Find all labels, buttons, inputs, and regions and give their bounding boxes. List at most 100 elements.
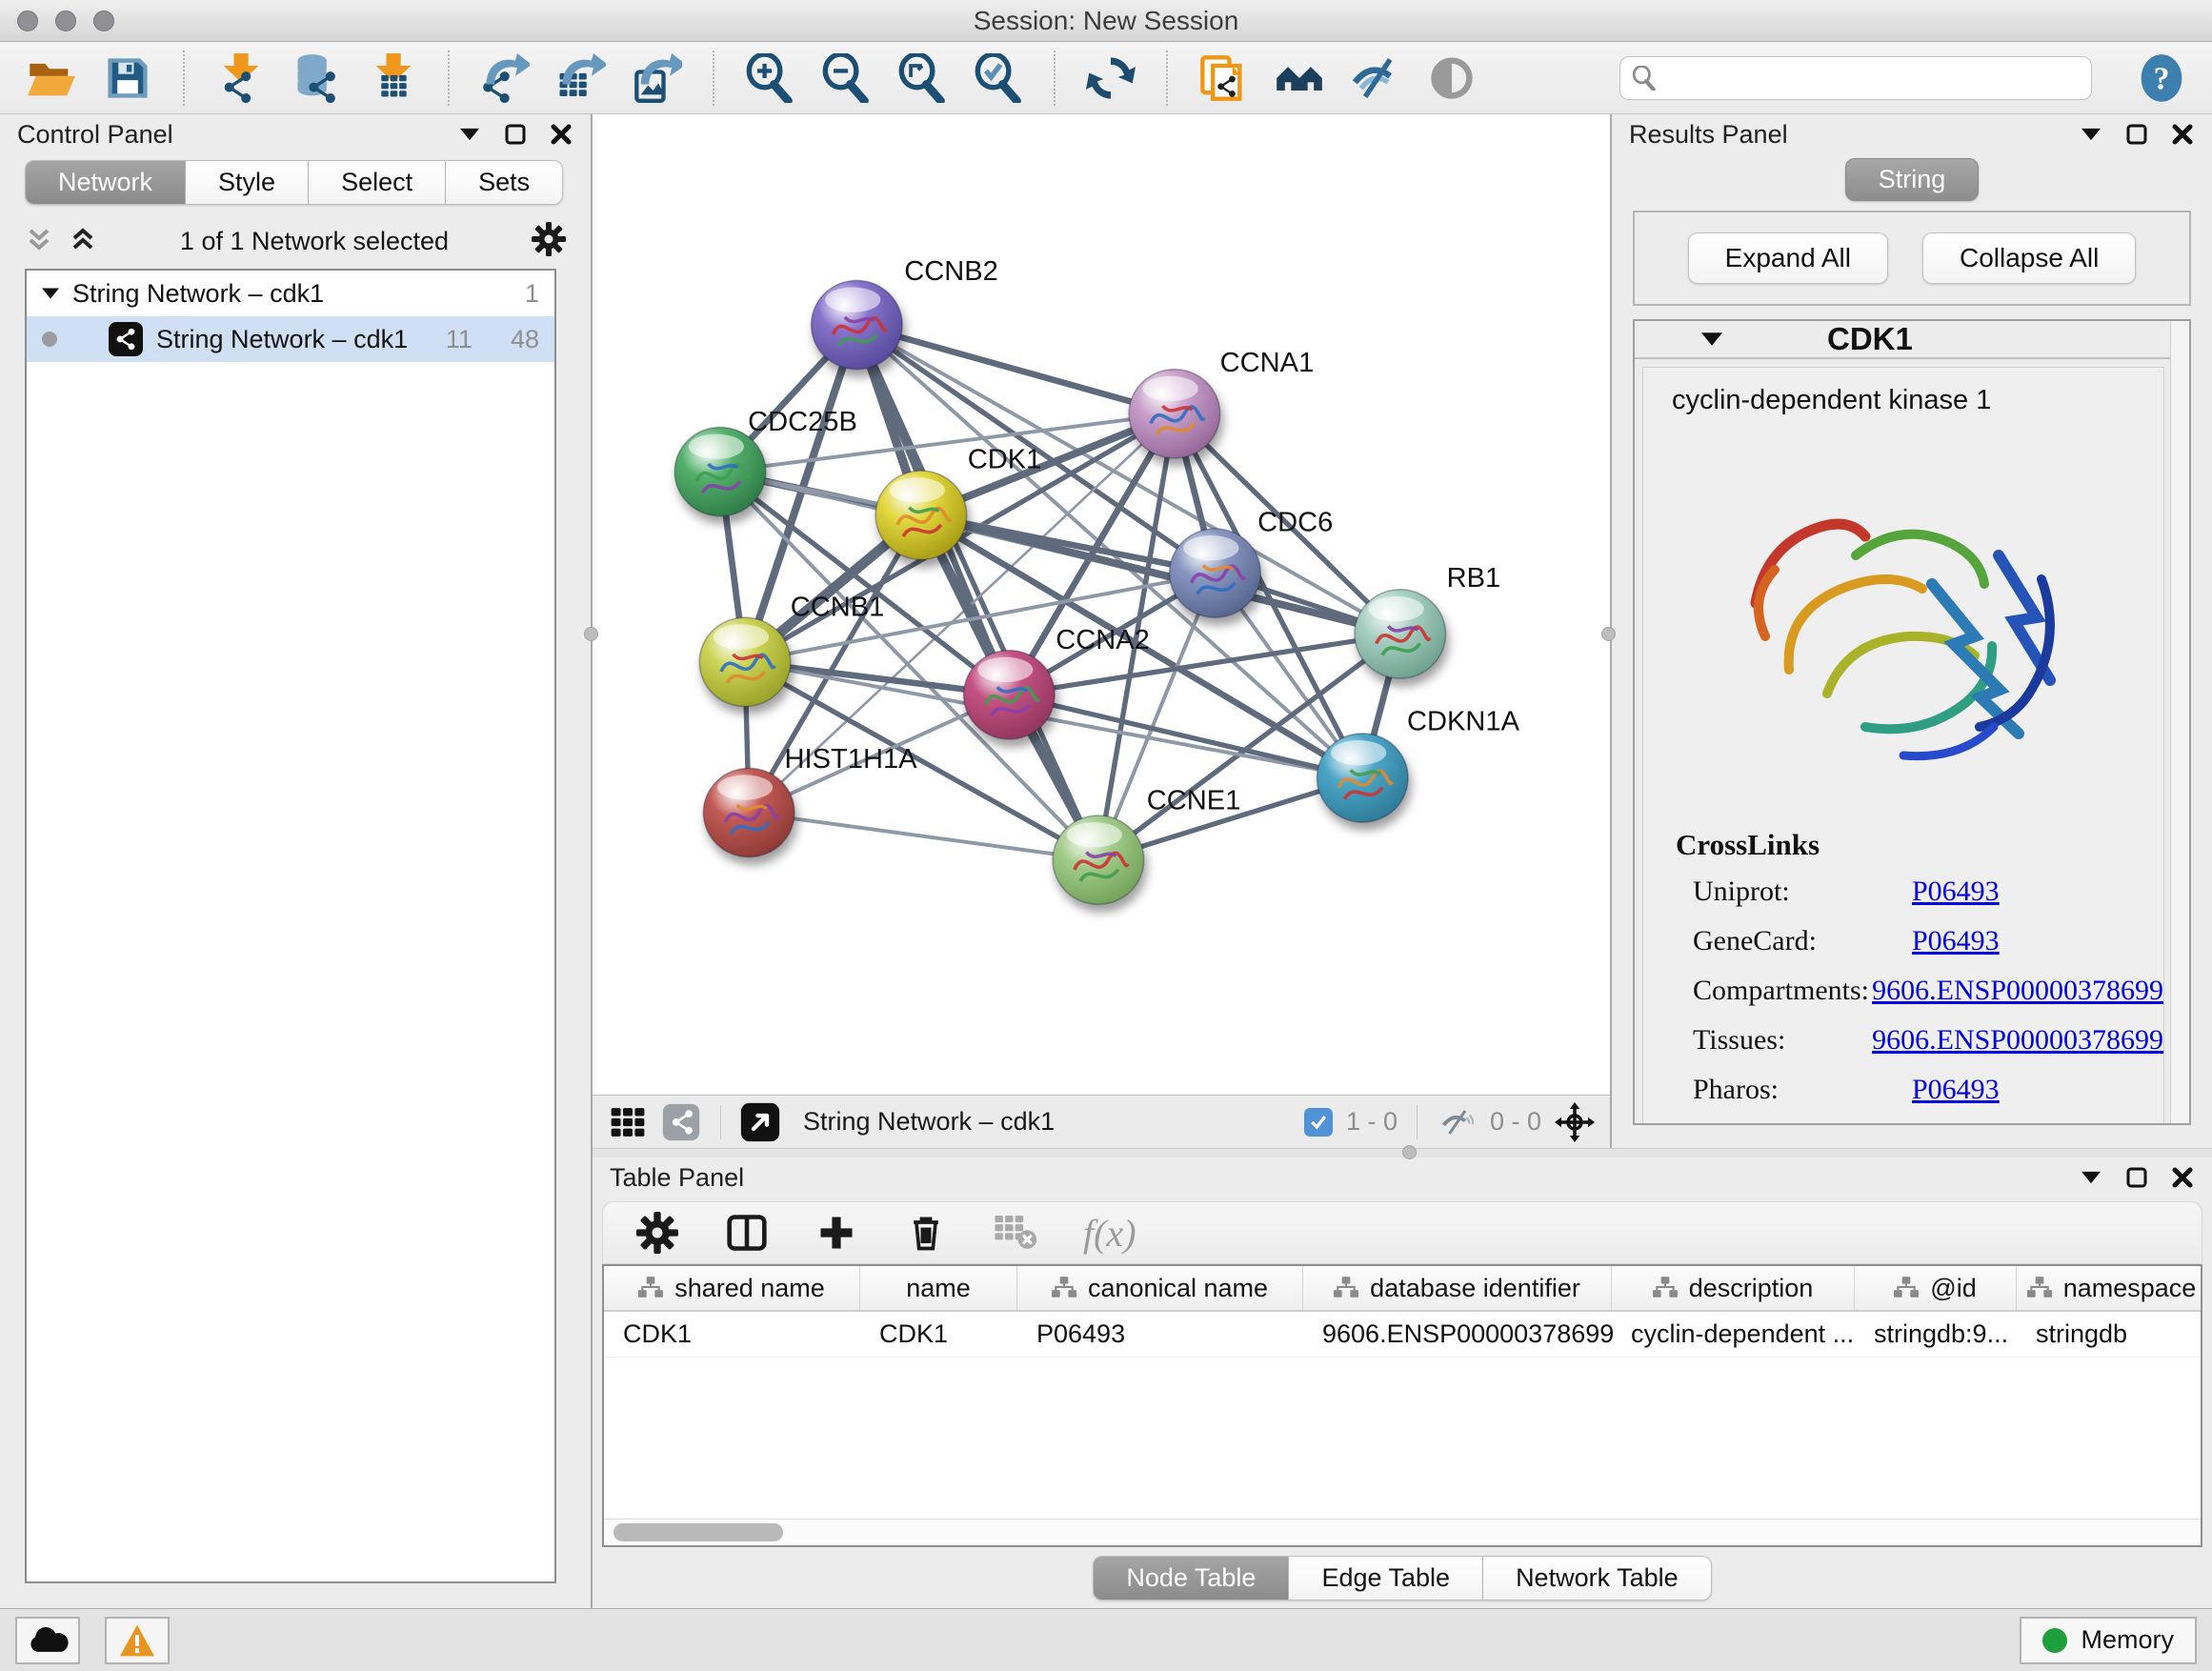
pan-crosshair-icon[interactable] (1555, 1102, 1595, 1142)
application-window: Session: New Session (0, 0, 2212, 1671)
collection-expand-icon[interactable] (42, 288, 59, 299)
delete-column-icon[interactable] (904, 1211, 948, 1255)
table-cell[interactable]: CDK1 (860, 1312, 1017, 1357)
column-header-name[interactable]: name (860, 1266, 1017, 1310)
panel-menu-icon[interactable] (2079, 1165, 2103, 1190)
import-network-file-icon[interactable] (213, 51, 267, 105)
panel-menu-icon[interactable] (2079, 122, 2103, 147)
table-cell[interactable]: cyclin-dependent ... (1612, 1312, 1855, 1357)
table-cell[interactable]: 9606.ENSP00000378699 (1303, 1312, 1612, 1357)
hide-selected-icon[interactable] (1349, 51, 1402, 105)
zoom-selected-icon[interactable] (972, 51, 1025, 105)
panel-close-icon[interactable] (549, 122, 573, 147)
tab-select[interactable]: Select (309, 160, 446, 205)
warnings-button[interactable] (105, 1617, 170, 1664)
horizontal-splitter[interactable] (593, 1148, 2212, 1158)
crosslink-link[interactable]: 9606.ENSP00000378699 (1872, 975, 2163, 1007)
network-row[interactable]: String Network – cdk1 11 48 (27, 316, 554, 362)
tab-sets[interactable]: Sets (446, 160, 563, 205)
column-header-canonical-name[interactable]: canonical name (1017, 1266, 1303, 1310)
export-table-icon[interactable] (554, 51, 608, 105)
toolbar-separator (1166, 50, 1168, 106)
node-entry-header[interactable]: CDK1 (1635, 321, 2189, 359)
expand-all-icon[interactable] (69, 225, 97, 258)
table-cell[interactable]: CDK1 (604, 1312, 860, 1357)
column-header-@id[interactable]: @id (1855, 1266, 2017, 1310)
collapse-all-button[interactable]: Collapse All (1922, 232, 2136, 284)
tab-node-table[interactable]: Node Table (1093, 1556, 1289, 1601)
panel-menu-icon[interactable] (457, 122, 482, 147)
help-button[interactable]: ? (2136, 52, 2187, 104)
import-network-database-icon[interactable] (290, 51, 343, 105)
crosslink-link[interactable]: P06493 (1912, 925, 2000, 957)
panel-float-icon[interactable] (2124, 1165, 2149, 1190)
crosslink-row: GeneCard:P06493 (1676, 925, 2163, 957)
panel-float-icon[interactable] (503, 122, 528, 147)
network-edge[interactable] (749, 813, 1098, 860)
tab-network[interactable]: Network (25, 160, 186, 205)
table-panel-title: Table Panel (610, 1163, 744, 1193)
network-edge[interactable] (856, 325, 1097, 860)
panel-float-icon[interactable] (2124, 122, 2149, 147)
node-label-CCNB1: CCNB1 (791, 593, 885, 623)
table-cell[interactable]: stringdb:9... (1855, 1312, 2017, 1357)
table-panel: Table Panel f(x) shared namenamecanonica… (593, 1158, 2212, 1608)
network-share-icon[interactable] (661, 1102, 701, 1142)
search-input[interactable] (1664, 63, 2080, 92)
control-panel-header: Control Panel (0, 114, 591, 154)
vertical-splitter-handle[interactable] (584, 627, 598, 641)
cloud-button[interactable] (15, 1617, 80, 1664)
column-header-shared-name[interactable]: shared name (604, 1266, 860, 1310)
import-table-file-icon[interactable] (366, 51, 419, 105)
table-cell[interactable]: stringdb (2017, 1312, 2201, 1357)
scrollbar-thumb[interactable] (613, 1523, 783, 1541)
column-header-database-identifier[interactable]: database identifier (1303, 1266, 1612, 1310)
zoom-out-icon[interactable] (819, 51, 873, 105)
apply-layout-icon[interactable] (1084, 51, 1137, 105)
save-session-icon[interactable] (101, 51, 154, 105)
table-cell[interactable]: P06493 (1017, 1312, 1303, 1357)
crosslink-link[interactable]: P06493 (1912, 876, 2000, 908)
show-all-icon[interactable] (1425, 51, 1478, 105)
column-header-namespace[interactable]: namespace (2017, 1266, 2201, 1310)
entry-collapse-icon[interactable] (1701, 332, 1722, 346)
network-canvas[interactable]: CCNB2CCNA1CDC25BCDK1CDC6RB1CCNB1CCNA2CDK… (593, 114, 1610, 1095)
zoom-in-icon[interactable] (743, 51, 796, 105)
results-scrollbar[interactable] (2170, 321, 2189, 1123)
open-session-icon[interactable] (25, 51, 78, 105)
add-column-icon[interactable] (814, 1211, 858, 1255)
table-row[interactable]: CDK1CDK1P064939606.ENSP00000378699cyclin… (604, 1312, 2201, 1358)
tab-string[interactable]: String (1845, 158, 1980, 201)
tab-network-table[interactable]: Network Table (1483, 1556, 1712, 1601)
memory-button[interactable]: Memory (2020, 1617, 2197, 1664)
grid-view-icon[interactable] (608, 1102, 648, 1142)
duplicate-network-icon[interactable] (1196, 51, 1250, 105)
zoom-fit-icon[interactable] (895, 51, 949, 105)
toolbar-search (1619, 56, 2092, 100)
tab-edge-table[interactable]: Edge Table (1289, 1556, 1483, 1601)
network-collection-row[interactable]: String Network – cdk1 1 (27, 271, 554, 316)
crosslink-link[interactable]: 9606.ENSP00000378699 (1872, 1024, 2163, 1057)
expand-all-button[interactable]: Expand All (1688, 232, 1888, 284)
selected-checkbox-icon[interactable] (1304, 1108, 1333, 1137)
crosslink-link[interactable]: P06493 (1912, 1074, 2000, 1106)
panel-close-icon[interactable] (2170, 1165, 2195, 1190)
column-header-description[interactable]: description (1612, 1266, 1855, 1310)
collection-count: 1 (525, 279, 539, 309)
control-panel-tabs: NetworkStyleSelectSets (0, 154, 591, 212)
birdseye-view-icon[interactable] (740, 1102, 780, 1142)
panel-close-icon[interactable] (2170, 122, 2195, 147)
export-image-icon[interactable] (631, 51, 684, 105)
table-options-gear-icon[interactable] (635, 1211, 679, 1255)
table-horizontal-scrollbar[interactable] (604, 1519, 2201, 1545)
show-columns-icon[interactable] (725, 1211, 769, 1255)
collapse-all-icon[interactable] (25, 225, 53, 258)
vertical-splitter-handle[interactable] (1601, 627, 1616, 641)
first-neighbors-icon[interactable] (1273, 51, 1326, 105)
export-network-icon[interactable] (478, 51, 532, 105)
network-options-gear-icon[interactable] (532, 222, 566, 261)
horizontal-splitter-handle[interactable] (1402, 1145, 1417, 1159)
tab-style[interactable]: Style (186, 160, 309, 205)
network-edge-count: 48 (511, 325, 539, 354)
column-header-label: canonical name (1088, 1274, 1268, 1303)
